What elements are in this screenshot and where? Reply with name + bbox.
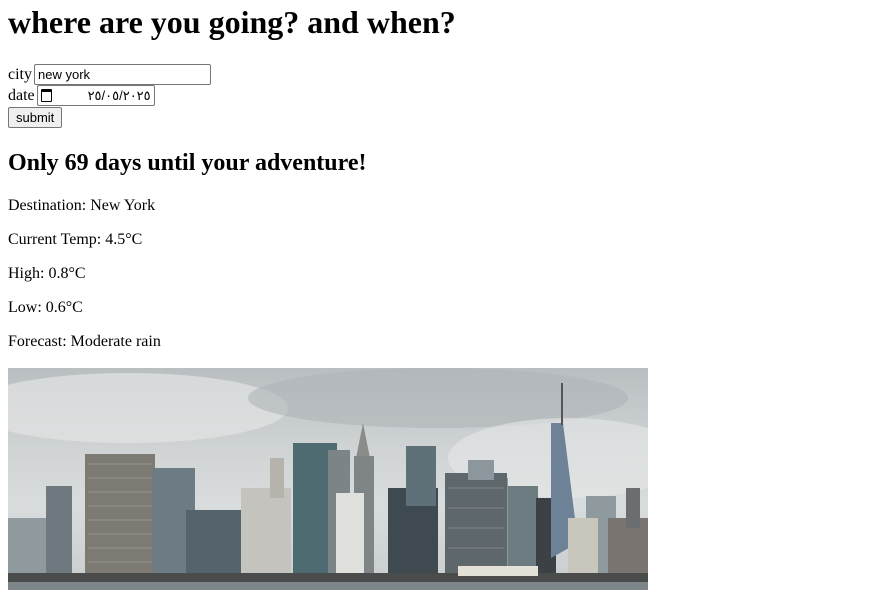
countdown-heading: Only 69 days until your adventure! xyxy=(8,150,367,176)
page-title: where are you going? and when? xyxy=(8,4,456,40)
destination-text: Destination: New York xyxy=(8,197,156,214)
weather-info: Destination: New York Current Temp: 4.5°… xyxy=(8,197,867,351)
city-label: city xyxy=(8,65,32,83)
date-value: ٢٥/٠٥/٢٠٢٥ xyxy=(87,87,151,103)
page: where are you going? and when? city date… xyxy=(0,2,875,590)
destination-photo xyxy=(8,368,648,590)
high-temp-text: High: 0.8°C xyxy=(8,265,86,282)
forecast-text: Forecast: Moderate rain xyxy=(8,333,161,350)
date-row: date ٢٥/٠٥/٢٠٢٥ xyxy=(8,85,867,106)
date-input[interactable]: ٢٥/٠٥/٢٠٢٥ xyxy=(36,85,155,106)
trip-form: city date ٢٥/٠٥/٢٠٢٥ submit xyxy=(8,64,867,128)
city-row: city xyxy=(8,64,867,85)
low-temp-text: Low: 0.6°C xyxy=(8,299,83,316)
submit-button[interactable]: submit xyxy=(8,107,63,128)
skyline-illustration xyxy=(8,368,648,590)
calendar-icon[interactable] xyxy=(40,89,52,102)
date-label: date xyxy=(8,86,35,104)
current-temp-text: Current Temp: 4.5°C xyxy=(8,231,143,248)
city-input[interactable] xyxy=(34,64,211,85)
